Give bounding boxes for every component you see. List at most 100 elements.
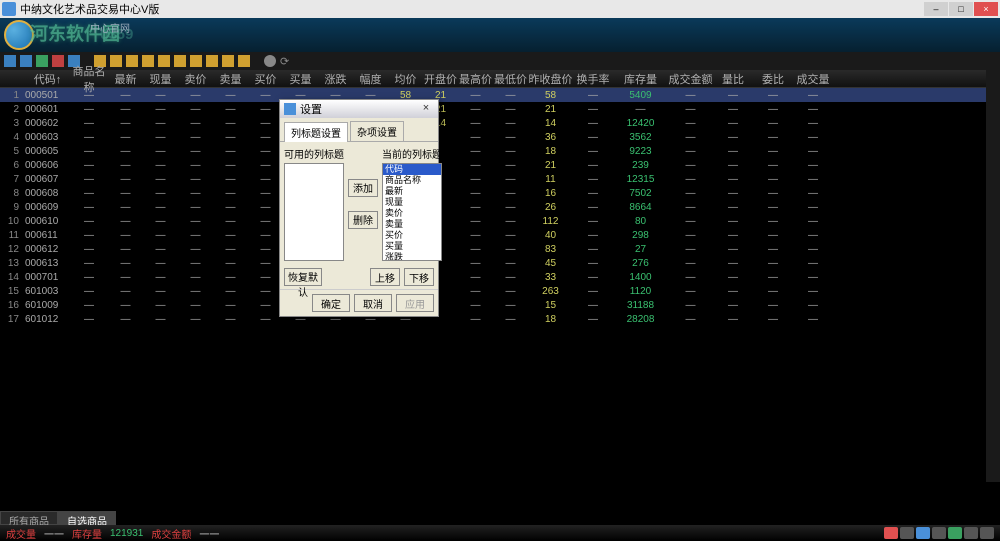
table-row[interactable]: 13000613————————————45—276———— (0, 256, 1000, 270)
tray-icon[interactable] (900, 527, 914, 539)
cell: — (248, 146, 283, 157)
tab-all-products[interactable]: 所有商品 (0, 511, 58, 525)
cell: — (70, 230, 108, 241)
cell: 40 (528, 230, 573, 241)
table-row[interactable]: 6000606————————————21—239———— (0, 158, 1000, 172)
col[interactable]: 最高价 (458, 71, 493, 87)
col[interactable]: 均价 (388, 71, 423, 87)
table-row[interactable]: 2000601——————————21——21—————— (0, 102, 1000, 116)
minimize-button[interactable]: – (924, 2, 948, 16)
list-item[interactable]: 现量 (383, 197, 441, 208)
table-row[interactable]: 17601012————————————18—28208———— (0, 312, 1000, 326)
current-list[interactable]: 代码商品名称最新现量卖价卖量买价买量涨跌幅度均价开盘价最高价最低价 (382, 163, 442, 261)
tab-self-products[interactable]: 自选商品 (58, 511, 116, 525)
tray-icon[interactable] (980, 527, 994, 539)
toolbar-icon[interactable] (52, 55, 64, 67)
list-item[interactable]: 最新 (383, 186, 441, 197)
maximize-button[interactable]: □ (949, 2, 973, 16)
table-row[interactable]: 5000605————————————18—9223———— (0, 144, 1000, 158)
tray-icon[interactable] (932, 527, 946, 539)
toolbar-folder-icon[interactable] (158, 55, 170, 67)
cell: — (178, 188, 213, 199)
tray-icon[interactable] (916, 527, 930, 539)
list-item[interactable]: 卖价 (383, 208, 441, 219)
cell: 33 (528, 272, 573, 283)
table-row[interactable]: 14000701————————————33—1400———— (0, 270, 1000, 284)
col[interactable]: 成交量 (793, 71, 833, 87)
list-item[interactable]: 涨跌 (383, 252, 441, 261)
refresh-icon[interactable]: ⟳ (280, 55, 292, 67)
list-item[interactable]: 买价 (383, 230, 441, 241)
toolbar-folder-icon[interactable] (110, 55, 122, 67)
table-row[interactable]: 8000608————————————16—7502———— (0, 186, 1000, 200)
table-row[interactable]: 4000603————————————36—3562———— (0, 130, 1000, 144)
status-amount-value: 一一 (199, 526, 219, 541)
table-row[interactable]: 1000501—————————5821——58—5409———— (0, 88, 1000, 102)
table-row[interactable]: 10000610————————————112—80———— (0, 214, 1000, 228)
col[interactable]: 量比 (713, 71, 753, 87)
col[interactable]: 最新 (108, 71, 143, 87)
list-item[interactable]: 买量 (383, 241, 441, 252)
move-down-button[interactable]: 下移 (404, 268, 434, 286)
col[interactable]: 卖量 (213, 71, 248, 87)
toolbar-folder-icon[interactable] (238, 55, 250, 67)
col[interactable]: 开盘价 (423, 71, 458, 87)
list-item[interactable]: 代码 (383, 164, 441, 175)
menu-link-center[interactable]: 中心官网 (90, 20, 130, 35)
col[interactable]: 库存量 (613, 71, 668, 87)
col[interactable]: 委比 (753, 71, 793, 87)
list-item[interactable]: 卖量 (383, 219, 441, 230)
col[interactable]: 买价 (248, 71, 283, 87)
toolbar-folder-icon[interactable] (126, 55, 138, 67)
col[interactable]: 最低价 (493, 71, 528, 87)
toolbar-folder-icon[interactable] (142, 55, 154, 67)
cancel-button[interactable]: 取消 (354, 294, 392, 312)
cell: — (108, 90, 143, 101)
toolbar-icon[interactable] (36, 55, 48, 67)
data-grid[interactable]: 1000501—————————5821——58—5409————2000601… (0, 88, 1000, 518)
table-row[interactable]: 15601003————————————263—1120———— (0, 284, 1000, 298)
table-row[interactable]: 12000612————————————83—27———— (0, 242, 1000, 256)
delete-button[interactable]: 删除 (348, 211, 378, 229)
toolbar-icon[interactable] (20, 55, 32, 67)
close-button[interactable]: × (974, 2, 998, 16)
table-row[interactable]: 3000602——————————14——14—12420———— (0, 116, 1000, 130)
toolbar-folder-icon[interactable] (222, 55, 234, 67)
tab-columns[interactable]: 列标题设置 (284, 122, 348, 142)
cell: 000602 (25, 118, 70, 129)
toolbar-folder-icon[interactable] (206, 55, 218, 67)
dialog-titlebar[interactable]: 设置 × (280, 100, 438, 118)
col[interactable]: 涨跌 (318, 71, 353, 87)
table-row[interactable]: 7000607————————————11—12315———— (0, 172, 1000, 186)
move-up-button[interactable]: 上移 (370, 268, 400, 286)
col[interactable]: 换手率 (573, 71, 613, 87)
toolbar-folder-icon[interactable] (174, 55, 186, 67)
cell: — (793, 146, 833, 157)
col[interactable]: 卖价 (178, 71, 213, 87)
ok-button[interactable]: 确定 (312, 294, 350, 312)
col[interactable]: 成交金额 (668, 71, 713, 87)
cell: — (793, 202, 833, 213)
col[interactable]: 现量 (143, 71, 178, 87)
available-list[interactable] (284, 163, 344, 261)
table-row[interactable]: 11000611————————————40—298———— (0, 228, 1000, 242)
list-item[interactable]: 商品名称 (383, 175, 441, 186)
reset-button[interactable]: 恢复默认 (284, 268, 322, 286)
toolbar-folder-icon[interactable] (190, 55, 202, 67)
tab-misc[interactable]: 杂项设置 (350, 121, 404, 141)
table-row[interactable]: 16601009————————————15—31188———— (0, 298, 1000, 312)
vertical-scrollbar[interactable] (986, 70, 1000, 482)
col[interactable]: 买量 (283, 71, 318, 87)
tray-icon[interactable] (884, 527, 898, 539)
tray-icon[interactable] (948, 527, 962, 539)
settings-icon[interactable] (264, 55, 276, 67)
col[interactable]: 昨收盘价 (528, 71, 573, 87)
toolbar-icon[interactable] (4, 55, 16, 67)
apply-button[interactable]: 应用 (396, 294, 434, 312)
col-code[interactable]: 代码↑ (25, 71, 70, 87)
tray-icon[interactable] (964, 527, 978, 539)
table-row[interactable]: 9000609————————————26—8664———— (0, 200, 1000, 214)
dialog-close-icon[interactable]: × (418, 102, 434, 116)
col[interactable]: 幅度 (353, 71, 388, 87)
add-button[interactable]: 添加 (348, 179, 378, 197)
